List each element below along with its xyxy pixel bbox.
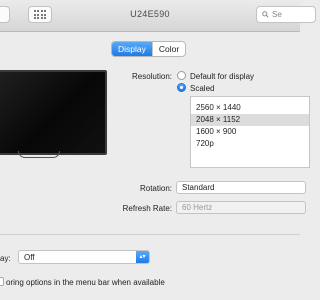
- list-item[interactable]: 1600 × 900: [191, 126, 309, 138]
- mirroring-option-label: oring options in the menu bar when avail…: [6, 278, 165, 287]
- list-item-selected[interactable]: 2048 × 1152: [191, 114, 309, 126]
- divider: [0, 234, 300, 235]
- search-field[interactable]: Se: [256, 6, 316, 23]
- refresh-rate-label: Refresh Rate:: [122, 204, 172, 213]
- airplay-value: Off: [24, 252, 35, 262]
- tab-display[interactable]: Display: [112, 42, 152, 56]
- airplay-label: ay:: [0, 254, 11, 263]
- resolution-label: Resolution:: [131, 72, 172, 81]
- updown-arrow-icon: ▴▾: [136, 251, 149, 263]
- radio-scaled[interactable]: [177, 83, 186, 92]
- list-item[interactable]: 2560 × 1440: [191, 102, 309, 114]
- airplay-dropdown[interactable]: Off ▴▾: [18, 250, 150, 264]
- monitor-image: [0, 70, 107, 155]
- refresh-rate-dropdown: 60 Hertz: [176, 201, 306, 214]
- scaled-label: Scaled: [190, 84, 215, 93]
- tab-color[interactable]: Color: [151, 42, 185, 56]
- show-mirroring-checkbox[interactable]: [0, 277, 4, 286]
- title-bar: › U24E590 Se: [0, 0, 316, 32]
- search-placeholder: Se: [272, 10, 282, 19]
- window-title: U24E590: [130, 9, 170, 19]
- list-item[interactable]: 720p: [191, 138, 309, 150]
- monitor-stand: [18, 151, 60, 158]
- rotation-dropdown[interactable]: Standard: [176, 181, 306, 194]
- resolution-list[interactable]: 2560 × 1440 2048 × 1152 1600 × 900 720p: [190, 96, 310, 168]
- search-icon: [262, 11, 269, 18]
- radio-default-for-display[interactable]: [177, 71, 186, 80]
- default-for-display-label: Default for display: [190, 72, 255, 81]
- display-color-tabs: Display Color: [111, 41, 187, 57]
- rotation-label: Rotation:: [139, 184, 172, 193]
